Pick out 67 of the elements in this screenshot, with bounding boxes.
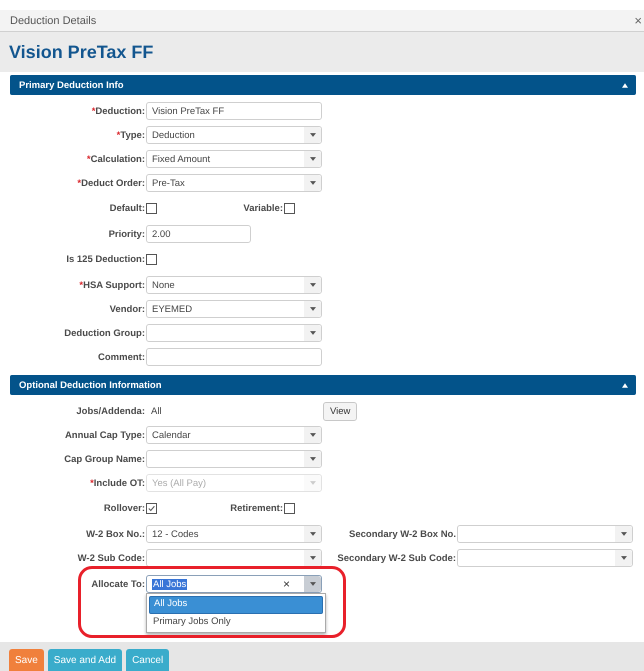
clear-button[interactable]: × [282, 577, 290, 591]
field-label: Vendor: [110, 304, 145, 314]
dropdown[interactable]: Pre-Tax [146, 174, 322, 192]
dropdown[interactable] [146, 549, 322, 567]
caret-icon [310, 532, 316, 536]
caret-icon [310, 307, 316, 311]
caret-icon [620, 556, 626, 560]
text-field[interactable]: 2.00 [146, 225, 251, 243]
dropdown[interactable]: EYEMED [146, 300, 322, 318]
section-header[interactable]: Primary Deduction Info [10, 75, 636, 95]
section-title: Primary Deduction Info [19, 80, 124, 90]
dropdown[interactable]: Deduction [146, 126, 322, 144]
caret-icon [310, 157, 316, 161]
collapse-icon[interactable] [622, 82, 628, 88]
dropdown[interactable]: 12 - Codes [146, 525, 322, 543]
field-label: Secondary W-2 Box No. [349, 528, 456, 540]
field-label: Secondary W-2 Sub Code: [337, 552, 456, 564]
caret-icon [620, 532, 626, 536]
field-label: *Deduction: [92, 106, 145, 116]
field-label: *Include OT: [90, 478, 145, 488]
checkbox[interactable] [146, 203, 157, 214]
combo-box[interactable]: All Jobs × [146, 575, 322, 593]
caret-icon [310, 133, 316, 137]
field-label: Deduction Group: [64, 328, 145, 338]
dropdown[interactable]: None [146, 276, 322, 294]
field-label: Comment: [98, 352, 145, 362]
field-label: Allocate To: [91, 579, 145, 590]
dropdown[interactable]: Fixed Amount [146, 150, 322, 168]
text-field[interactable]: Vision PreTax FF [146, 102, 322, 120]
dropdown-option[interactable]: Primary Jobs Only [149, 614, 323, 630]
field-label: Priority: [108, 228, 145, 240]
caret-icon [310, 283, 316, 287]
caret-icon [310, 457, 316, 461]
field-label: Default: [110, 203, 145, 214]
field-label: *Type: [116, 130, 145, 140]
field-label: Annual Cap Type: [64, 430, 145, 440]
caret-icon [310, 181, 316, 185]
checkbox[interactable] [284, 203, 295, 214]
collapse-icon[interactable] [622, 382, 628, 388]
field-label: Rollover: [104, 503, 145, 514]
checkbox[interactable] [284, 503, 295, 514]
field-label: W-2 Sub Code: [78, 552, 145, 564]
field-label: Cap Group Name: [64, 454, 145, 464]
caret-icon [310, 331, 316, 335]
field-label: Retirement: [230, 503, 283, 514]
field-label: Jobs/Addenda: [76, 406, 145, 416]
field-label: W-2 Box No.: [86, 528, 145, 540]
field-value: All [150, 406, 163, 416]
field-label: Is 125 Deduction: [66, 254, 145, 265]
dropdown[interactable]: Calendar [146, 426, 322, 444]
caret-icon [310, 481, 316, 485]
field-label: *HSA Support: [79, 280, 145, 290]
caret-icon [310, 556, 316, 560]
close-button[interactable]: × [632, 13, 644, 28]
checkbox[interactable] [146, 503, 157, 514]
page-title: Vision PreTax FF [9, 42, 154, 62]
text-field[interactable] [146, 348, 322, 366]
caret-icon [310, 433, 316, 437]
section-header[interactable]: Optional Deduction Information [10, 375, 636, 395]
field-label: Variable: [243, 203, 283, 214]
field-label: *Calculation: [86, 154, 145, 164]
checkbox[interactable] [146, 254, 157, 265]
field-label: *Deduct Order: [77, 178, 145, 188]
view-button[interactable]: View [323, 402, 358, 420]
caret-icon [310, 582, 316, 586]
section-title: Optional Deduction Information [19, 380, 162, 390]
dialog-title: Deduction Details [10, 14, 96, 26]
